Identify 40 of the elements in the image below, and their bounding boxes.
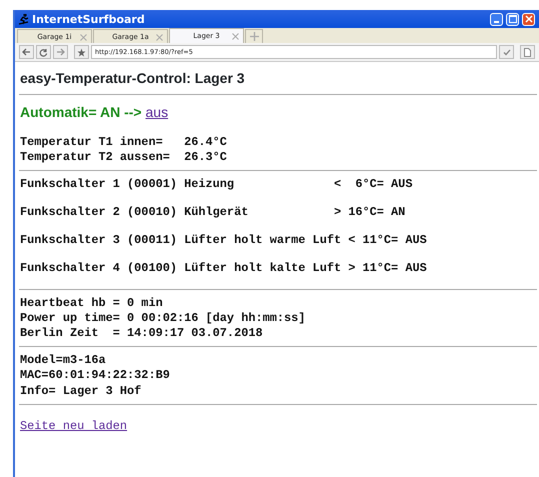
status-line: Berlin Zeit = 14:09:17 03.07.2018 [20, 326, 264, 340]
status-line: Funkschalter 3 (00011) Lüfter holt warme Luft < 11°C= AUS [20, 233, 428, 248]
status-line: MAC=60:01:94:22:32:B9 [20, 368, 171, 383]
maximize-icon [508, 15, 516, 23]
status-line: Funkschalter 2 (00010) Kühlgerät > 16°C= AN [20, 205, 406, 220]
page-icon [524, 48, 531, 56]
reload-button[interactable] [36, 45, 51, 59]
status-line: Temperatur T1 innen= 26.4°C [20, 135, 228, 150]
reload-link[interactable]: Seite neu laden [20, 418, 128, 433]
status-line: Funkschalter 4 (00100) Lüfter holt kalte Luft > 11°C= AUS [20, 260, 428, 275]
page-heading: easy-Temperatur-Control: Lager 3 [20, 70, 246, 86]
back-arrow-icon [22, 48, 31, 56]
close-tab-icon[interactable] [80, 34, 87, 41]
status-line: Heartbeat hb = 0 min [20, 296, 164, 310]
surfer-icon [18, 14, 29, 24]
bookmark-button[interactable] [74, 45, 89, 59]
checkmark-icon [502, 48, 510, 56]
minimize-button[interactable] [490, 12, 503, 26]
reload-icon [39, 48, 48, 56]
status-line: Funkschalter 1 (00001) Heizung < 6°C= AUS [20, 177, 414, 192]
forward-arrow-icon [56, 48, 65, 56]
status-line: Model=m3-16a [20, 353, 107, 368]
new-tab-button[interactable] [245, 29, 263, 43]
status-line: Info= Lager 3 Hof [20, 384, 142, 398]
automatik-status: Automatik= AN --> [20, 104, 143, 120]
go-button[interactable] [499, 45, 514, 59]
forward-button[interactable] [53, 45, 68, 59]
window-title: InternetSurfboard [32, 12, 145, 26]
close-button[interactable] [522, 12, 535, 26]
status-line: Temperatur T2 aussen= 26.3°C [20, 150, 228, 164]
page-button[interactable] [520, 45, 535, 59]
status-line: Power up time= 0 00:02:16 [day hh:mm:ss] [20, 310, 306, 325]
plus-icon [250, 32, 258, 41]
close-tab-icon[interactable] [232, 33, 239, 40]
star-icon [77, 48, 86, 56]
close-icon [524, 15, 532, 23]
toggle-link[interactable]: aus [146, 104, 168, 120]
close-tab-icon[interactable] [156, 34, 163, 41]
maximize-button[interactable] [506, 12, 519, 26]
back-button[interactable] [19, 45, 34, 59]
